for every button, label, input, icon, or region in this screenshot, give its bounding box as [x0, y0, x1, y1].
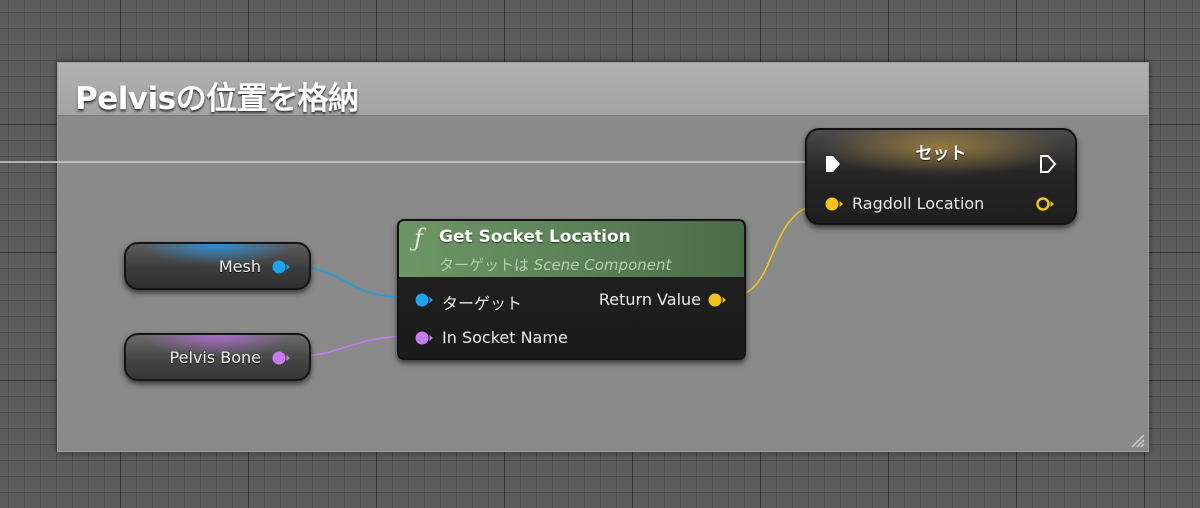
target-input-label: ターゲット — [442, 294, 523, 313]
comment-title: Pelvisの位置を格納 — [75, 81, 359, 117]
subtitle-class: Scene Component — [533, 256, 672, 274]
mesh-variable-label: Mesh — [218, 257, 261, 276]
set-node-title: セット — [915, 144, 967, 164]
set-variable-node[interactable]: セット Ragdoll Location — [805, 128, 1077, 225]
mesh-variable-node[interactable]: Mesh — [124, 242, 311, 290]
pelvis-bone-variable-node[interactable]: Pelvis Bone — [124, 333, 311, 381]
exec-input-pin-icon[interactable] — [824, 154, 842, 174]
ragdoll-location-label: Ragdoll Location — [852, 194, 985, 213]
function-node-title: Get Socket Location — [439, 227, 631, 247]
function-node-subtitle: ターゲットは Scene Component — [439, 254, 671, 275]
ragdoll-location-input-pin-icon[interactable] — [824, 196, 844, 212]
comment-header[interactable]: Pelvisの位置を格納 — [58, 63, 1148, 117]
return-value-label: Return Value — [598, 290, 701, 309]
ragdoll-location-output-pin-icon[interactable] — [1035, 196, 1055, 212]
function-icon: ƒ — [414, 224, 423, 252]
pelvis-bone-output-pin-icon[interactable] — [271, 350, 291, 366]
pelvis-bone-variable-label: Pelvis Bone — [169, 348, 261, 367]
return-value-output-pin-icon[interactable] — [707, 292, 727, 308]
subtitle-prefix: ターゲットは — [439, 256, 534, 274]
function-node-header[interactable]: ƒ Get Socket Location ターゲットは Scene Compo… — [399, 221, 744, 277]
resize-handle-icon[interactable] — [1129, 432, 1145, 448]
target-input-pin-icon[interactable] — [414, 292, 434, 308]
get-socket-location-node[interactable]: ƒ Get Socket Location ターゲットは Scene Compo… — [397, 219, 746, 360]
socket-name-input-label: In Socket Name — [442, 328, 568, 347]
socket-name-input-pin-icon[interactable] — [414, 330, 434, 346]
mesh-output-pin-icon[interactable] — [271, 259, 291, 275]
exec-output-pin-icon[interactable] — [1039, 154, 1057, 174]
